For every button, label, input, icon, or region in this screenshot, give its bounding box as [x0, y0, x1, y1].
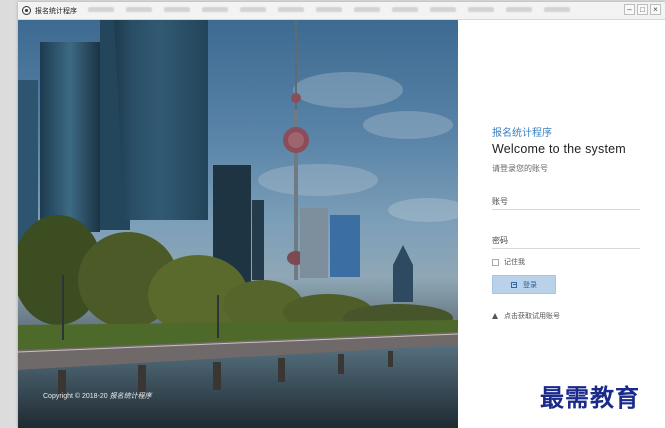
password-underline [492, 248, 640, 249]
account-underline [492, 209, 640, 210]
minimize-button[interactable]: – [624, 4, 635, 15]
blurred-item [392, 7, 418, 12]
window-controls: – □ × [624, 4, 661, 15]
blurred-item [164, 7, 190, 12]
background-taskbar-blur [88, 7, 570, 12]
remember-checkbox[interactable] [492, 258, 499, 266]
copyright-text: Copyright © 2018-20 [43, 393, 108, 400]
blurred-item [278, 7, 304, 12]
remember-label: 记住我 [504, 259, 525, 266]
brand-title: 报名统计程序 [492, 128, 552, 139]
close-button[interactable]: × [650, 4, 661, 15]
login-subtitle: 请登录您的账号 [492, 164, 548, 173]
app-logo-icon [22, 6, 31, 15]
maximize-button[interactable]: □ [637, 4, 648, 15]
login-button-label: 登录 [523, 281, 537, 289]
blurred-item [88, 7, 114, 12]
watermark-logo: 最需教育 [540, 383, 640, 412]
login-icon [511, 281, 517, 288]
hero-image: Copyright © 2018-20 报名统计程序 [18, 20, 458, 428]
blurred-item [544, 7, 570, 12]
trial-account-label: 点击获取试用账号 [504, 313, 560, 320]
blurred-item [468, 7, 494, 12]
app-window: 报名统计程序 – □ × Copyright © 2018-20 报名统计程序 … [18, 2, 665, 428]
remember-me[interactable]: 记住我 [492, 257, 525, 267]
login-button[interactable]: 登录 [492, 275, 556, 294]
welcome-heading: Welcome to the system [492, 142, 626, 156]
blurred-item [126, 7, 152, 12]
blurred-item [506, 7, 532, 12]
warning-icon [492, 313, 498, 319]
blurred-item [430, 7, 456, 12]
blurred-item [316, 7, 342, 12]
password-input[interactable] [492, 234, 644, 248]
copyright-app-name: 报名统计程序 [109, 393, 152, 400]
title-bar: 报名统计程序 – □ × [18, 2, 665, 20]
blurred-item [240, 7, 266, 12]
account-input[interactable] [492, 195, 644, 209]
login-panel: 报名统计程序 Welcome to the system 请登录您的账号 账号 … [458, 20, 665, 428]
trial-account-link[interactable]: 点击获取试用账号 [492, 311, 560, 321]
blurred-item [354, 7, 380, 12]
copyright-footer: Copyright © 2018-20 报名统计程序 [43, 391, 152, 401]
blurred-item [202, 7, 228, 12]
window-title: 报名统计程序 [35, 7, 77, 15]
city-skyline-illustration [18, 20, 458, 428]
